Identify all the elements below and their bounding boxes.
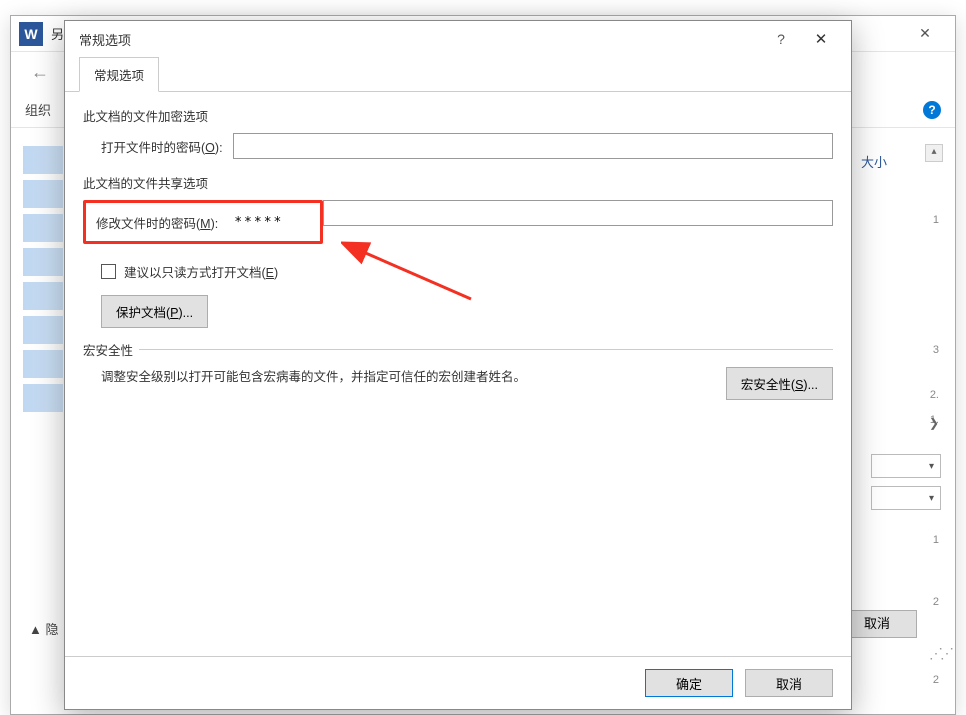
help-icon[interactable]: ? bbox=[923, 101, 941, 119]
scrollbar-up-icon[interactable]: ▴ bbox=[925, 144, 943, 162]
bg-sidebar-item bbox=[23, 384, 63, 412]
tab-header: 常规选项 bbox=[65, 57, 851, 92]
chevron-down-icon: ▾ bbox=[929, 493, 934, 504]
back-arrow-icon[interactable]: ← bbox=[23, 58, 57, 87]
ok-button[interactable]: 确定 bbox=[645, 669, 733, 697]
bg-sidebar-item bbox=[23, 282, 63, 310]
bg-organize-label[interactable]: 组织 bbox=[25, 100, 51, 119]
readonly-label[interactable]: 建议以只读方式打开文档(E) bbox=[124, 262, 278, 281]
dialog-help-button[interactable]: ? bbox=[761, 31, 801, 47]
divider-line bbox=[139, 349, 833, 350]
bg-mark: 1 bbox=[933, 214, 939, 226]
macro-section: 宏安全性 调整安全级别以打开可能包含宏病毒的文件，并指定可信任的宏创建者姓名。 … bbox=[83, 340, 833, 400]
open-password-input[interactable] bbox=[233, 133, 833, 159]
bg-dropdown[interactable]: ▾ bbox=[871, 454, 941, 478]
tab-general-options[interactable]: 常规选项 bbox=[79, 57, 159, 92]
bg-mark: 3 bbox=[933, 344, 939, 356]
general-options-dialog: 常规选项 ? ✕ 常规选项 此文档的文件加密选项 打开文件时的密码(O): 此文… bbox=[64, 20, 852, 710]
bg-mark: 2 bbox=[933, 674, 939, 686]
readonly-checkbox[interactable] bbox=[101, 264, 116, 279]
open-password-row: 打开文件时的密码(O): bbox=[83, 133, 833, 159]
dialog-close-button[interactable]: ✕ bbox=[801, 30, 841, 48]
modify-password-input[interactable] bbox=[323, 200, 833, 226]
open-password-label: 打开文件时的密码(O): bbox=[101, 137, 223, 156]
chevron-right-icon[interactable]: ❯ bbox=[929, 416, 939, 430]
dialog-body: 此文档的文件加密选项 打开文件时的密码(O): 此文档的文件共享选项 修改文件时… bbox=[65, 92, 851, 414]
bg-hide-toggle[interactable]: ▲ 隐 bbox=[29, 619, 58, 638]
bg-sidebar-item bbox=[23, 180, 63, 208]
cancel-button[interactable]: 取消 bbox=[745, 669, 833, 697]
protect-document-button[interactable]: 保护文档(P)... bbox=[101, 295, 208, 328]
modify-password-highlight: 修改文件时的密码(M): bbox=[83, 200, 323, 244]
encrypt-section-title: 此文档的文件加密选项 bbox=[83, 106, 833, 125]
bg-close-icon[interactable]: ✕ bbox=[903, 25, 947, 42]
macro-description: 调整安全级别以打开可能包含宏病毒的文件，并指定可信任的宏创建者姓名。 bbox=[101, 367, 706, 387]
chevron-down-icon: ▾ bbox=[929, 461, 934, 472]
bg-sidebar-item bbox=[23, 248, 63, 276]
macro-section-title: 宏安全性 bbox=[83, 340, 133, 359]
dialog-title: 常规选项 bbox=[79, 30, 761, 49]
dialog-titlebar: 常规选项 ? ✕ bbox=[65, 21, 851, 57]
resize-grip-icon[interactable]: ⋰⋰ bbox=[929, 645, 951, 662]
bg-sidebar bbox=[23, 146, 63, 654]
bg-sidebar-item bbox=[23, 146, 63, 174]
bg-mark: 2. bbox=[930, 389, 939, 401]
bg-mark: 1 bbox=[933, 534, 939, 546]
macro-divider: 宏安全性 bbox=[83, 340, 833, 359]
bg-mark: 2 bbox=[933, 596, 939, 608]
bg-right-panel: 大小 ▴ 1 3 2. 1. 1 2 2 bbox=[861, 146, 941, 674]
modify-password-label: 修改文件时的密码(M): bbox=[96, 213, 218, 232]
dialog-footer: 确定 取消 bbox=[65, 656, 851, 709]
share-section-title: 此文档的文件共享选项 bbox=[83, 173, 833, 192]
readonly-checkbox-row: 建议以只读方式打开文档(E) bbox=[101, 262, 833, 281]
bg-dropdown[interactable]: ▾ bbox=[871, 486, 941, 510]
bg-sidebar-item bbox=[23, 316, 63, 344]
modify-password-input-visual[interactable] bbox=[228, 209, 312, 235]
word-icon: W bbox=[19, 22, 43, 46]
macro-row: 调整安全级别以打开可能包含宏病毒的文件，并指定可信任的宏创建者姓名。 宏安全性(… bbox=[83, 367, 833, 400]
macro-security-button[interactable]: 宏安全性(S)... bbox=[726, 367, 833, 400]
bg-sidebar-item bbox=[23, 350, 63, 378]
bg-sidebar-item bbox=[23, 214, 63, 242]
